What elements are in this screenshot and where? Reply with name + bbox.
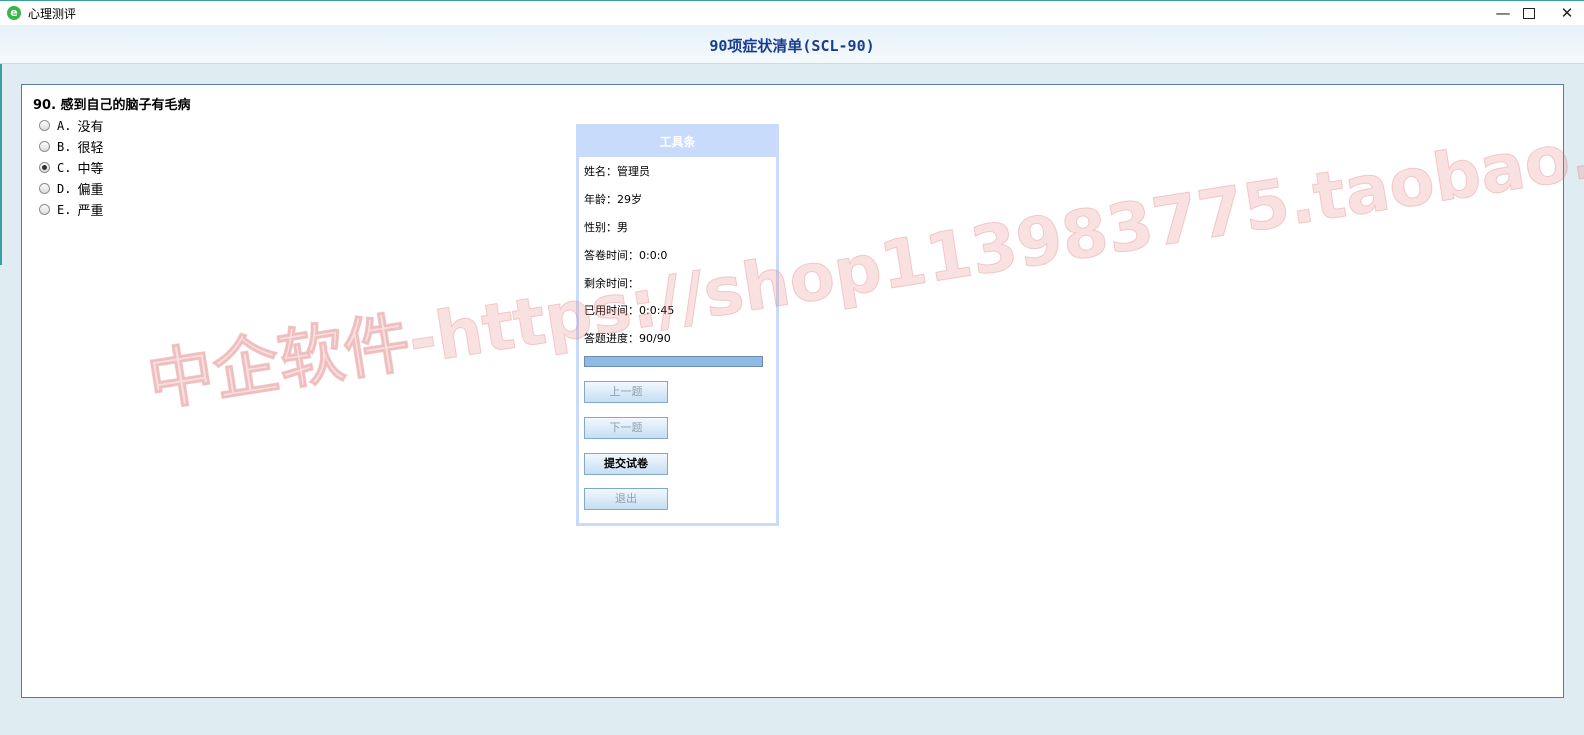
option-label: 没有 [77, 120, 104, 135]
progress-fill [585, 357, 762, 366]
window-title: 心理测评 [28, 7, 77, 21]
option-key: A. [57, 118, 72, 133]
option-label: 很轻 [77, 141, 104, 156]
prev-question-button[interactable]: 上一题 [584, 381, 668, 403]
question-panel: 90. 感到自己的脑子有毛病 A. 没有 B. 很轻 C. 中等 D. 偏重 E. 严重 工具条 … [21, 84, 1564, 698]
option-label: 严重 [77, 204, 104, 219]
submit-exam-button[interactable]: 提交试卷 [584, 453, 668, 475]
page-header: 90项症状清单(SCL-90) [0, 25, 1584, 64]
radio-button[interactable] [39, 162, 50, 173]
exit-button[interactable]: 退出 [584, 488, 668, 510]
app-icon: e [7, 6, 21, 20]
maximize-icon [1523, 8, 1535, 19]
option-key: C. [57, 160, 72, 175]
option-key: E. [57, 202, 72, 217]
toolbar-panel: 工具条 姓名：管理员 年龄：29岁 性别：男 答卷时间：0:0:0 剩余时间： … [576, 124, 779, 526]
option-label: 中等 [77, 162, 104, 177]
answer-progress-text: 答题进度：90/90 [584, 332, 671, 345]
answer-option[interactable]: C. 中等 [39, 157, 103, 178]
answer-option[interactable]: A. 没有 [39, 115, 103, 136]
toolbar-title: 工具条 [579, 127, 776, 157]
user-name: 姓名：管理员 [584, 165, 650, 178]
answer-option[interactable]: D. 偏重 [39, 178, 103, 199]
used-time: 已用时间：0:0:45 [584, 304, 675, 317]
answer-option[interactable]: E. 严重 [39, 199, 103, 220]
page-title: 90项症状清单(SCL-90) [709, 37, 875, 55]
option-key: D. [57, 181, 72, 196]
radio-button[interactable] [39, 120, 50, 131]
radio-button[interactable] [39, 204, 50, 215]
option-label: 偏重 [77, 183, 104, 198]
next-question-button[interactable]: 下一题 [584, 417, 668, 439]
window-title-bar: e 心理测评 — ✕ [0, 0, 1584, 25]
close-button[interactable]: ✕ [1544, 1, 1584, 25]
exam-time: 答卷时间：0:0:0 [584, 249, 668, 262]
remaining-time: 剩余时间： [584, 277, 639, 290]
radio-button[interactable] [39, 141, 50, 152]
answer-progress-bar [584, 356, 763, 367]
question-text: 90. 感到自己的脑子有毛病 [33, 98, 191, 113]
option-list: A. 没有 B. 很轻 C. 中等 D. 偏重 E. 严重 [39, 115, 103, 220]
user-gender: 性别：男 [584, 221, 628, 234]
answer-option[interactable]: B. 很轻 [39, 136, 103, 157]
option-key: B. [57, 139, 72, 154]
user-age: 年龄：29岁 [584, 193, 642, 206]
radio-button[interactable] [39, 183, 50, 194]
